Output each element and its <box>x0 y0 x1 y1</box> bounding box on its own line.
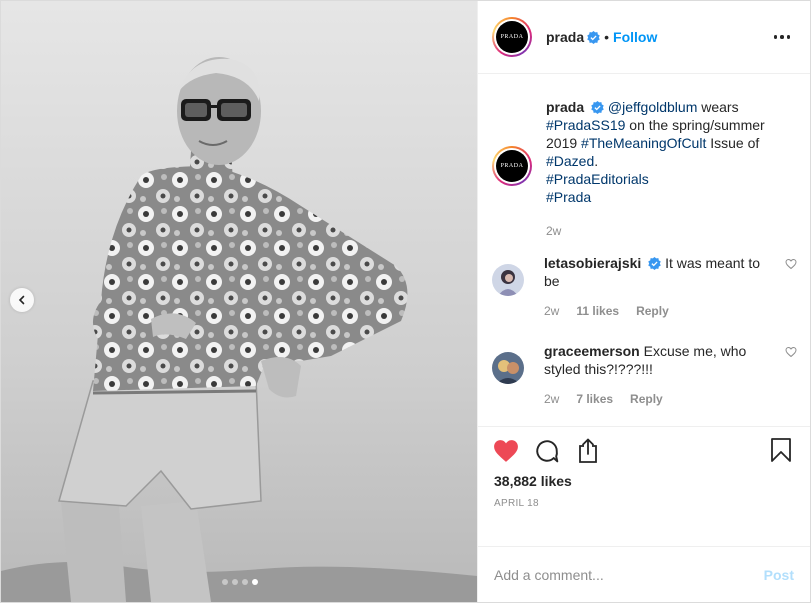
bookmark-icon <box>771 438 791 462</box>
comment-time[interactable]: 2w <box>544 302 559 320</box>
avatar[interactable] <box>492 352 524 384</box>
more-options-icon[interactable] <box>770 31 795 43</box>
hashtag-link[interactable]: #Dazed <box>546 153 594 169</box>
carousel-dot <box>232 579 238 585</box>
comment-button[interactable] <box>533 437 561 465</box>
caption-username[interactable]: prada <box>546 99 584 115</box>
like-button[interactable] <box>492 437 520 465</box>
post-comment-button[interactable]: Post <box>764 567 794 583</box>
share-button[interactable] <box>574 437 602 465</box>
prada-logo: PRADA <box>496 150 528 182</box>
carousel-dot <box>222 579 228 585</box>
post-media[interactable] <box>1 1 477 602</box>
verified-badge-icon <box>591 101 604 114</box>
share-icon <box>579 438 597 463</box>
post-panel: PRADA prada • Follow PRADA prada @jeffgo… <box>477 1 810 602</box>
carousel-prev-button[interactable] <box>10 288 34 312</box>
carousel-dot <box>242 579 248 585</box>
comment-icon <box>536 440 559 463</box>
post-header: PRADA prada • Follow <box>478 1 810 74</box>
instagram-post: PRADA prada • Follow PRADA prada @jeffgo… <box>0 0 811 603</box>
comment-time[interactable]: 2w <box>544 390 559 408</box>
follow-button[interactable]: Follow <box>613 29 657 45</box>
prada-logo: PRADA <box>496 21 528 53</box>
hashtag-link[interactable]: #PradaEditorials <box>546 171 649 187</box>
header-separator: • <box>604 29 610 45</box>
hashtag-link[interactable]: #TheMeaningOfCult <box>581 135 706 151</box>
caption-text: prada @jeffgoldblum wears #PradaSS19 on … <box>546 99 765 205</box>
carousel-indicator <box>1 579 477 585</box>
verified-badge-icon <box>587 30 600 44</box>
reply-button[interactable]: Reply <box>630 390 663 408</box>
comment-likes[interactable]: 11 likes <box>576 302 619 320</box>
avatar[interactable] <box>492 264 524 296</box>
caption-avatar[interactable]: PRADA <box>492 146 532 186</box>
comment-username[interactable]: letasobierajski <box>544 255 641 271</box>
heart-outline-icon[interactable] <box>785 258 797 270</box>
comment-likes[interactable]: 7 likes <box>576 390 613 408</box>
heart-filled-icon <box>494 440 518 462</box>
add-comment-bar: Post <box>478 546 810 602</box>
post-actions: 38,882 likes APRIL 18 <box>478 426 810 546</box>
post-photo <box>1 1 477 602</box>
save-button[interactable] <box>770 437 798 465</box>
heart-outline-icon[interactable] <box>785 346 797 358</box>
post-date[interactable]: APRIL 18 <box>494 498 539 509</box>
comment-item: letasobierajski It was meant to be 2w 11… <box>492 254 797 320</box>
reply-button[interactable]: Reply <box>636 302 669 320</box>
caption-timestamp[interactable]: 2w <box>546 222 786 240</box>
comment-input[interactable] <box>494 566 764 583</box>
header-username[interactable]: prada <box>546 29 584 45</box>
chevron-left-icon <box>18 295 25 305</box>
comment-item: graceemerson Excuse me, who styled this?… <box>492 342 797 408</box>
comments-list[interactable]: PRADA prada @jeffgoldblum wears #PradaSS… <box>478 74 810 426</box>
carousel-dot-active <box>252 579 258 585</box>
mention-link[interactable]: @jeffgoldblum <box>608 99 697 115</box>
hashtag-link[interactable]: #PradaSS19 <box>546 117 625 133</box>
post-caption: PRADA prada @jeffgoldblum wears #PradaSS… <box>492 98 792 240</box>
hashtag-link[interactable]: #Prada <box>546 189 591 205</box>
avatar[interactable]: PRADA <box>492 17 532 57</box>
comment-username[interactable]: graceemerson <box>544 343 640 359</box>
likes-count[interactable]: 38,882 likes <box>494 473 572 489</box>
verified-badge-icon <box>648 257 661 270</box>
